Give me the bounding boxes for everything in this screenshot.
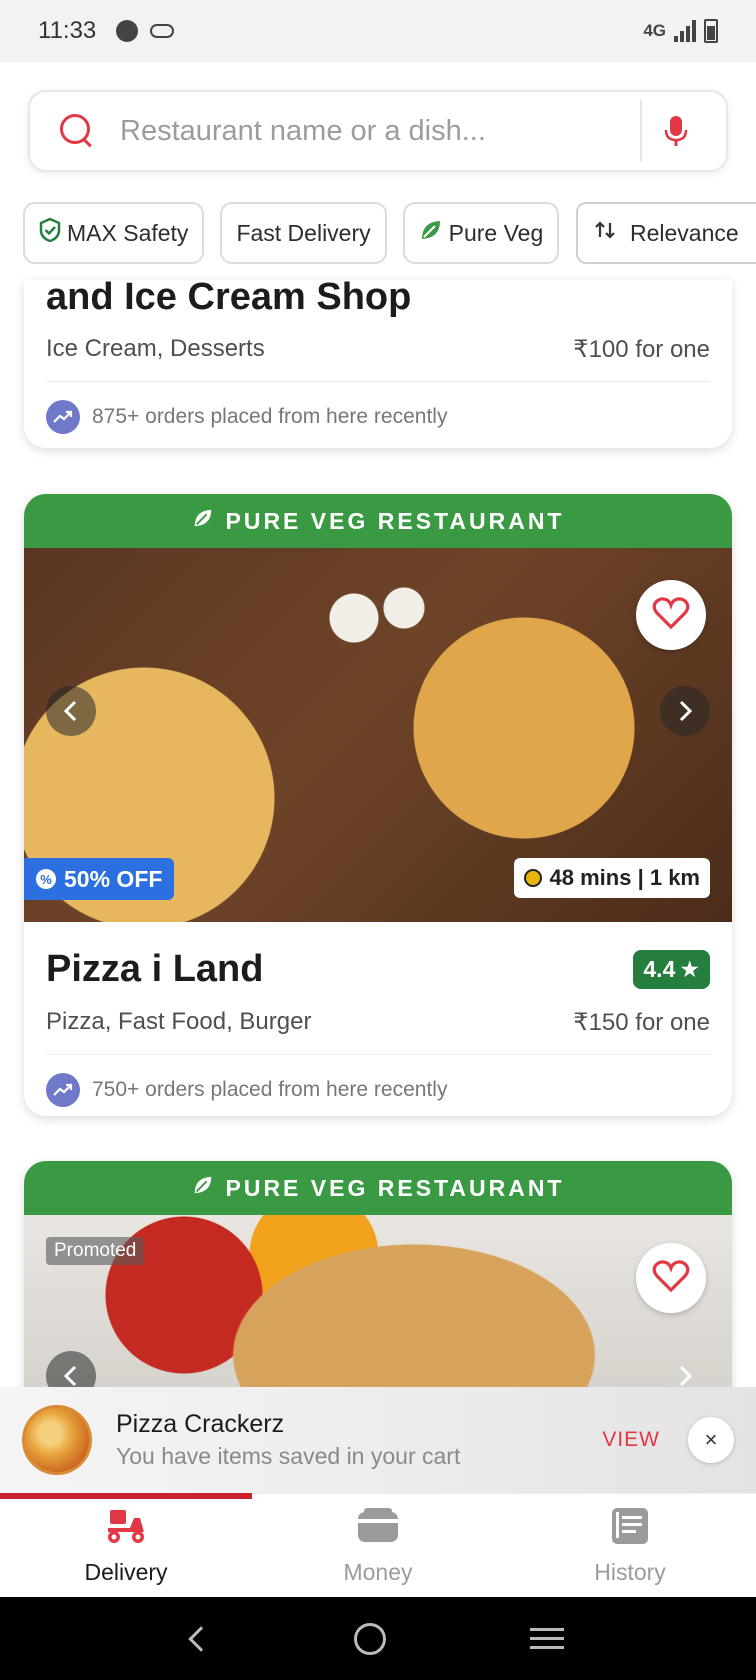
cart-restaurant-name: Pizza Crackerz: [116, 1410, 285, 1438]
offer-badge: % 50% OFF: [24, 858, 175, 900]
wallet-icon: [356, 1506, 400, 1551]
favorite-button[interactable]: [636, 1243, 706, 1313]
chevron-right-icon: [679, 700, 693, 722]
chevron-right-icon: [679, 1365, 693, 1387]
tab-label: Money: [343, 1558, 413, 1585]
filter-pure-veg[interactable]: Pure Veg: [402, 202, 560, 264]
restaurant-photo[interactable]: Promoted: [24, 1215, 732, 1389]
orders-text: 750+ orders placed from here recently: [92, 1078, 448, 1101]
search-input[interactable]: [120, 114, 640, 148]
cloud-icon: [150, 24, 175, 38]
restaurant-price: ₹150 for one: [573, 1008, 710, 1036]
eta-text: 48 mins | 1 km: [549, 865, 700, 890]
sort-arrows-icon: [594, 219, 616, 247]
leaf-icon: [192, 507, 214, 535]
cart-restaurant-thumbnail: [22, 1405, 92, 1475]
heart-icon: [652, 1259, 690, 1298]
restaurant-photo[interactable]: % 50% OFF 48 mins | 1 km: [24, 548, 732, 922]
offer-text: 50% OFF: [64, 865, 163, 892]
status-time: 11:33: [38, 17, 97, 44]
notification-icon: [116, 20, 139, 42]
restaurant-cuisines: Pizza, Fast Food, Burger: [46, 1008, 312, 1035]
filter-chips: MAX Safety Fast Delivery Pure Veg: [23, 202, 560, 264]
discount-icon: %: [36, 869, 56, 889]
status-icons-left: [116, 20, 175, 42]
rating-badge: 4.4 ★: [633, 949, 710, 989]
signal-icon: [674, 20, 696, 42]
recent-apps-icon[interactable]: [530, 1628, 564, 1649]
search-bar[interactable]: [28, 90, 728, 172]
rating-value: 4.4: [643, 955, 676, 982]
restaurant-card[interactable]: and Ice Cream Shop Ice Cream, Desserts ₹…: [24, 280, 732, 448]
restaurant-card[interactable]: PURE VEG RESTAURANT Promoted: [24, 1161, 732, 1401]
orders-text: 875+ orders placed from here recently: [92, 405, 448, 428]
shield-check-icon: [39, 217, 61, 248]
close-icon[interactable]: ×: [688, 1417, 734, 1463]
home-icon[interactable]: [354, 1622, 386, 1655]
heart-icon: [652, 596, 690, 635]
microphone-icon[interactable]: [642, 114, 710, 148]
promoted-tag: Promoted: [46, 1237, 145, 1265]
delivery-scooter-icon: [104, 1506, 148, 1551]
orders-info: 750+ orders placed from here recently: [24, 1055, 732, 1116]
tab-money[interactable]: Money: [252, 1494, 504, 1597]
status-icons-right: 4G: [643, 19, 718, 43]
filter-label: Fast Delivery: [236, 219, 371, 246]
leaf-icon: [419, 218, 443, 248]
next-photo-button[interactable]: [660, 1351, 710, 1389]
restaurant-price: ₹100 for one: [573, 335, 710, 363]
pure-veg-banner: PURE VEG RESTAURANT: [24, 1161, 732, 1215]
filter-fast-delivery[interactable]: Fast Delivery: [220, 202, 387, 264]
sort-button[interactable]: Relevance: [576, 202, 756, 264]
star-icon: ★: [679, 955, 700, 982]
banner-label: PURE VEG RESTAURANT: [225, 507, 565, 534]
active-tab-indicator: [0, 1493, 252, 1499]
back-icon[interactable]: [188, 1625, 214, 1652]
chevron-left-icon: [63, 1365, 77, 1387]
orders-info: 875+ orders placed from here recently: [24, 382, 732, 448]
battery-icon: [704, 19, 718, 43]
system-navigation-bar: [0, 1597, 756, 1680]
leaf-icon: [192, 1174, 214, 1202]
cart-message: You have items saved in your cart: [116, 1443, 461, 1469]
trending-up-icon: [46, 400, 80, 434]
banner-label: PURE VEG RESTAURANT: [225, 1174, 565, 1201]
network-type: 4G: [643, 21, 666, 40]
pure-veg-banner: PURE VEG RESTAURANT: [24, 494, 732, 548]
tab-delivery[interactable]: Delivery: [0, 1494, 252, 1597]
cart-text: Pizza Crackerz You have items saved in y…: [116, 1410, 460, 1470]
filter-label: Pure Veg: [448, 219, 544, 246]
sort-label: Relevance: [630, 219, 739, 246]
tab-history[interactable]: History: [504, 1494, 756, 1597]
favorite-button[interactable]: [636, 580, 706, 650]
next-photo-button[interactable]: [660, 686, 710, 736]
tab-label: History: [594, 1558, 666, 1585]
filter-label: MAX Safety: [67, 219, 189, 246]
chevron-left-icon: [63, 700, 77, 722]
status-bar: 11:33 4G: [0, 0, 756, 62]
restaurant-card[interactable]: PURE VEG RESTAURANT % 50% OFF 48 mins | …: [24, 494, 732, 1116]
search-icon: [60, 114, 94, 148]
trending-up-icon: [46, 1073, 80, 1107]
restaurant-name: Pizza i Land: [46, 947, 264, 990]
restaurant-cuisines: Ice Cream, Desserts: [46, 335, 265, 362]
restaurant-name: and Ice Cream Shop: [46, 280, 412, 318]
view-cart-button[interactable]: VIEW: [602, 1428, 660, 1452]
receipt-icon: [608, 1506, 652, 1551]
saved-cart-bar[interactable]: Pizza Crackerz You have items saved in y…: [0, 1387, 756, 1493]
bottom-navigation: Delivery Money History: [0, 1493, 756, 1597]
timer-icon: [523, 869, 542, 887]
previous-photo-button[interactable]: [46, 1351, 96, 1389]
previous-photo-button[interactable]: [46, 686, 96, 736]
tab-label: Delivery: [84, 1558, 168, 1585]
filter-max-safety[interactable]: MAX Safety: [23, 202, 205, 264]
delivery-eta: 48 mins | 1 km: [513, 858, 710, 898]
